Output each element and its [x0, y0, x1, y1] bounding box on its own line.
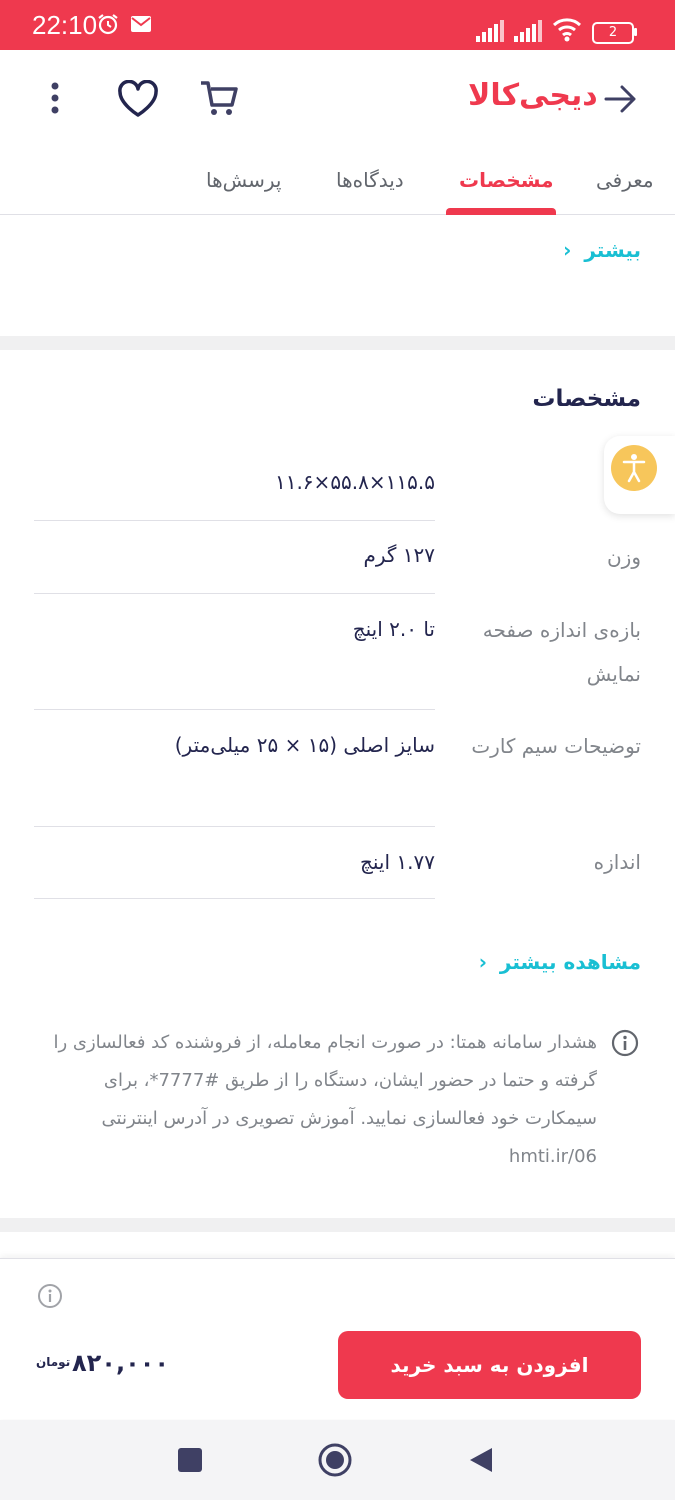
spec-label-screen-range: بازه‌ی اندازه صفحه نمایش [482, 618, 641, 686]
product-tabs: معرفی مشخصات دیدگاه‌ها پرسش‌ها [0, 148, 675, 215]
heart-icon[interactable] [117, 80, 159, 118]
spec-label-weight: وزن [606, 545, 641, 569]
price-currency: تومان [36, 1355, 71, 1369]
accessibility-icon [611, 445, 657, 491]
add-to-cart-button[interactable]: افزودن به سبد خرید [338, 1331, 641, 1399]
spec-value-weight: ۱۲۷ گرم [363, 543, 435, 567]
info-icon[interactable] [37, 1283, 63, 1309]
info-icon [611, 1029, 639, 1057]
chevron-left-icon: ‹ [478, 950, 487, 974]
specs-title: مشخصات [532, 386, 641, 412]
tab-specs[interactable]: مشخصات [459, 168, 553, 192]
tab-intro[interactable]: معرفی [596, 168, 654, 192]
more-vertical-icon[interactable] [48, 82, 62, 114]
mail-icon [131, 16, 151, 32]
alarm-icon [98, 14, 118, 35]
product-price: ۸۲۰,۰۰۰ [72, 1349, 170, 1377]
specs-more-link[interactable]: مشاهده بیشتر ‹ [479, 950, 641, 974]
spec-divider [34, 520, 435, 521]
tab-reviews[interactable]: دیدگاه‌ها [336, 168, 404, 192]
intro-more-link[interactable]: بیشتر ‹ [563, 238, 641, 262]
battery-level: 2 [608, 25, 618, 40]
hamta-warning-text: هشدار سامانه همتا: در صورت انجام معامله،… [53, 1032, 597, 1167]
wifi-icon [552, 18, 582, 42]
intro-more-label: بیشتر [584, 238, 641, 262]
recents-icon[interactable] [178, 1448, 202, 1472]
cart-icon[interactable] [198, 78, 240, 118]
back-icon[interactable] [468, 1446, 494, 1474]
arrow-right-icon[interactable] [604, 84, 638, 114]
spec-value-dimensions: ۱۱۵.۵×۵۵.۸×۱۱.۶ [274, 470, 435, 494]
battery-tip [634, 28, 637, 36]
status-time: 22:10 [32, 10, 98, 40]
battery-icon: 2 [592, 22, 634, 44]
spec-divider [34, 709, 435, 710]
spec-value-sim: سایز اصلی (۱۵ × ۲۵ میلی‌متر) [174, 733, 435, 757]
spec-value-size: ۱.۷۷ اینچ [359, 850, 435, 874]
spec-divider [34, 826, 435, 827]
spec-label-sim: توضیحات سیم کارت [471, 734, 641, 758]
system-nav-bar [0, 1420, 675, 1500]
section-divider [0, 336, 675, 350]
app-header: دیجی‌کالا [0, 50, 675, 148]
signal-icon [476, 20, 504, 42]
spec-divider [34, 593, 435, 594]
section-divider [0, 1218, 675, 1232]
active-tab-indicator [446, 208, 556, 215]
specs-more-label: مشاهده بیشتر [499, 950, 641, 974]
tab-questions[interactable]: پرسش‌ها [206, 168, 282, 192]
purchase-bar: افزودن به سبد خرید ۸۲۰,۰۰۰ تومان [0, 1258, 675, 1419]
digikala-logo[interactable]: دیجی‌کالا [468, 78, 599, 113]
spec-divider [34, 898, 435, 899]
spec-label-size: اندازه [593, 850, 641, 874]
spec-value-screen-range: تا ۲.۰ اینچ [352, 617, 435, 641]
chevron-left-icon: ‹ [563, 238, 572, 262]
signal-icon [514, 20, 542, 42]
home-icon[interactable] [317, 1442, 353, 1478]
accessibility-widget[interactable] [604, 436, 675, 514]
status-bar: 22:10 2 [0, 0, 675, 50]
